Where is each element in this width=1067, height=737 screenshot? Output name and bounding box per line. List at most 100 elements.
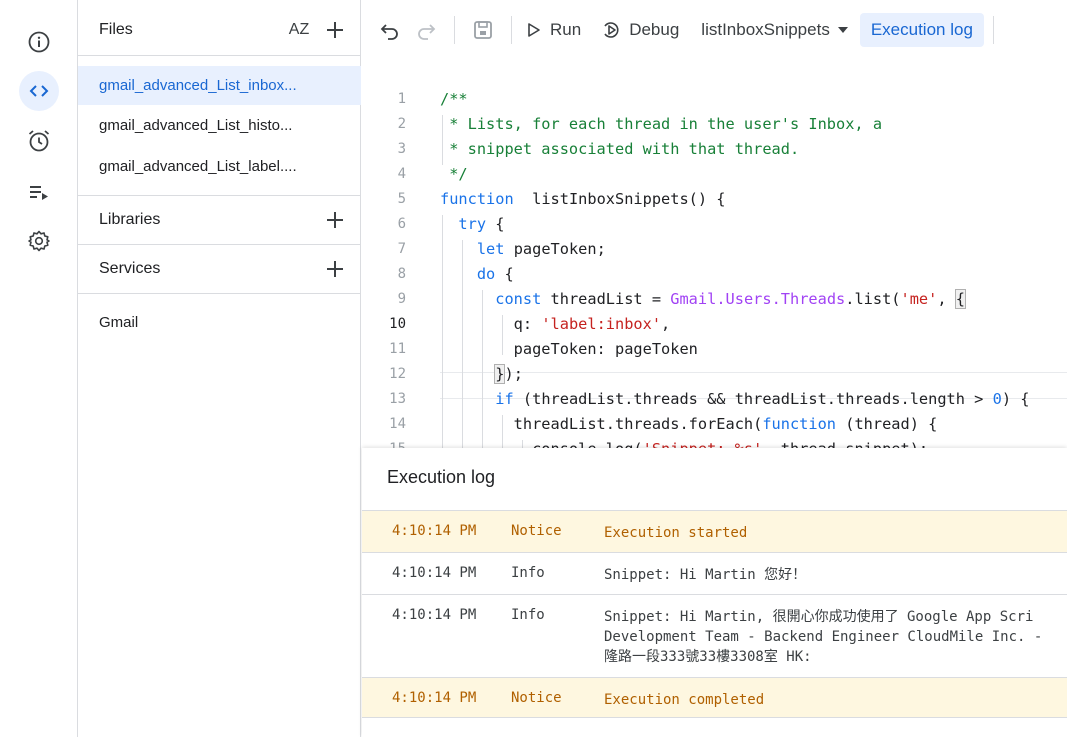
files-title: Files: [99, 21, 133, 38]
save-button[interactable]: [469, 16, 497, 44]
redo-icon: [418, 24, 436, 40]
line-number: 15: [362, 437, 406, 448]
services-title: Services: [99, 260, 161, 277]
code-token: 'label:inbox': [541, 315, 662, 333]
code-text: let pageToken;: [440, 237, 606, 262]
line-number: 12: [389, 366, 406, 382]
divider: [362, 717, 1067, 718]
file-item[interactable]: gmail_advanced_List_label....: [78, 147, 361, 186]
code-text: function listInboxSnippets() {: [440, 187, 726, 212]
files-panel: Files AZ gmail_advanced_List_inbox... gm…: [78, 0, 361, 737]
log-severity: Info: [511, 607, 545, 623]
log-message: Execution started: [604, 523, 1067, 543]
log-message-line: Development Team - Backend Engineer Clou…: [604, 629, 1043, 645]
log-message-line: Snippet: Hi Martin 您好！: [604, 567, 807, 583]
left-rail: [0, 0, 78, 737]
code-line: 5 function listInboxSnippets() {: [362, 187, 1067, 212]
debug-label: Debug: [629, 20, 680, 39]
code-token: pageToken;: [504, 240, 606, 258]
code-line: 12 });: [362, 362, 1067, 387]
services-header: Services: [78, 244, 361, 294]
sort-az-icon: AZ: [288, 21, 310, 38]
code-token: ) {: [1001, 390, 1030, 408]
code-token: if: [495, 390, 514, 408]
code-token: */: [440, 165, 468, 183]
file-item[interactable]: gmail_advanced_List_inbox...: [78, 66, 361, 105]
triggers-button[interactable]: [19, 121, 59, 161]
log-message-line: 隆路一段333號33樓3308室 HK:: [604, 649, 812, 665]
line-number: 2: [397, 116, 406, 132]
service-item-gmail[interactable]: Gmail: [99, 314, 138, 331]
code-line: 14 threadList.threads.forEach(function (…: [362, 412, 1067, 437]
log-row: 4:10:14 PM Notice Execution completed: [362, 677, 1067, 717]
line-number: 6: [397, 216, 406, 232]
code-text: });: [440, 362, 523, 387]
line-number: 11: [389, 341, 406, 357]
code-editor[interactable]: 1 /** 2 * Lists, for each thread in the us…: [362, 60, 1067, 448]
run-label: Run: [550, 20, 582, 39]
line-number: 4: [397, 166, 406, 182]
overview-button[interactable]: [19, 22, 59, 62]
gear-icon: [28, 230, 50, 252]
caret-down-icon: [837, 27, 848, 33]
code-token: .list(: [845, 290, 901, 308]
code-token: (thread) {: [836, 415, 938, 433]
code-line: 6 try {: [362, 212, 1067, 237]
plus-icon: [327, 22, 343, 38]
plus-icon: [327, 261, 343, 277]
editor-button[interactable]: [19, 71, 59, 111]
code-line: 2 * Lists, for each thread in the user's…: [362, 112, 1067, 137]
code-token: threadList.threads.forEach(: [440, 415, 763, 433]
function-select[interactable]: listInboxSnippets: [701, 20, 850, 40]
undo-button[interactable]: [376, 16, 404, 44]
log-row: 4:10:14 PM Notice Execution started: [362, 510, 1067, 552]
log-message-line: Snippet: Hi Martin, 很開心你成功使用了 Google App…: [604, 609, 1034, 625]
code-token: const: [495, 290, 542, 308]
code-text: * snippet associated with that thread.: [440, 137, 799, 162]
add-file-button[interactable]: [321, 16, 349, 44]
debug-button[interactable]: Debug: [601, 20, 679, 40]
file-item[interactable]: gmail_advanced_List_histo...: [78, 106, 361, 145]
log-time: 4:10:14 PM: [392, 565, 477, 581]
debug-icon: [604, 22, 619, 38]
undo-icon: [380, 24, 398, 40]
code-icon: [29, 85, 49, 97]
code-text: */: [440, 162, 468, 187]
toolbar-divider: [992, 16, 994, 44]
code-token: (threadList.threads && threadList.thread…: [513, 390, 993, 408]
execution-log-title: Execution log: [387, 467, 496, 487]
settings-button[interactable]: [19, 221, 59, 261]
code-text: pageToken: pageToken: [440, 337, 698, 362]
code-token: );: [504, 365, 523, 383]
save-icon: [474, 21, 492, 39]
code-token: , thread.snippet);: [762, 440, 928, 448]
code-token: console.log(: [440, 440, 643, 448]
log-message: Execution completed: [604, 690, 1067, 710]
code-line: 3 * snippet associated with that thread.: [362, 137, 1067, 162]
redo-button[interactable]: [412, 16, 440, 44]
code-token: * Lists, for each thread in the user's I…: [440, 115, 883, 133]
sort-az-button[interactable]: AZ: [281, 16, 317, 44]
info-icon: [28, 31, 50, 53]
log-severity: Notice: [511, 523, 562, 539]
run-button[interactable]: Run: [526, 20, 581, 40]
executions-button[interactable]: [19, 172, 59, 212]
code-line: 11 pageToken: pageToken: [362, 337, 1067, 362]
code-token: * snippet associated with that thread.: [440, 140, 800, 158]
plus-icon: [327, 212, 343, 228]
add-service-button[interactable]: [321, 255, 349, 283]
code-text: * Lists, for each thread in the user's I…: [440, 112, 882, 137]
code-text: threadList.threads.forEach(function (thr…: [440, 412, 938, 437]
execution-log-button[interactable]: Execution log: [859, 13, 984, 47]
add-library-button[interactable]: [321, 206, 349, 234]
code-token: q:: [440, 315, 542, 333]
log-message-line: Execution started: [604, 525, 748, 541]
log-severity: Info: [511, 565, 545, 581]
code-token: 0: [992, 390, 1002, 408]
execution-log-label: Execution log: [870, 20, 973, 39]
